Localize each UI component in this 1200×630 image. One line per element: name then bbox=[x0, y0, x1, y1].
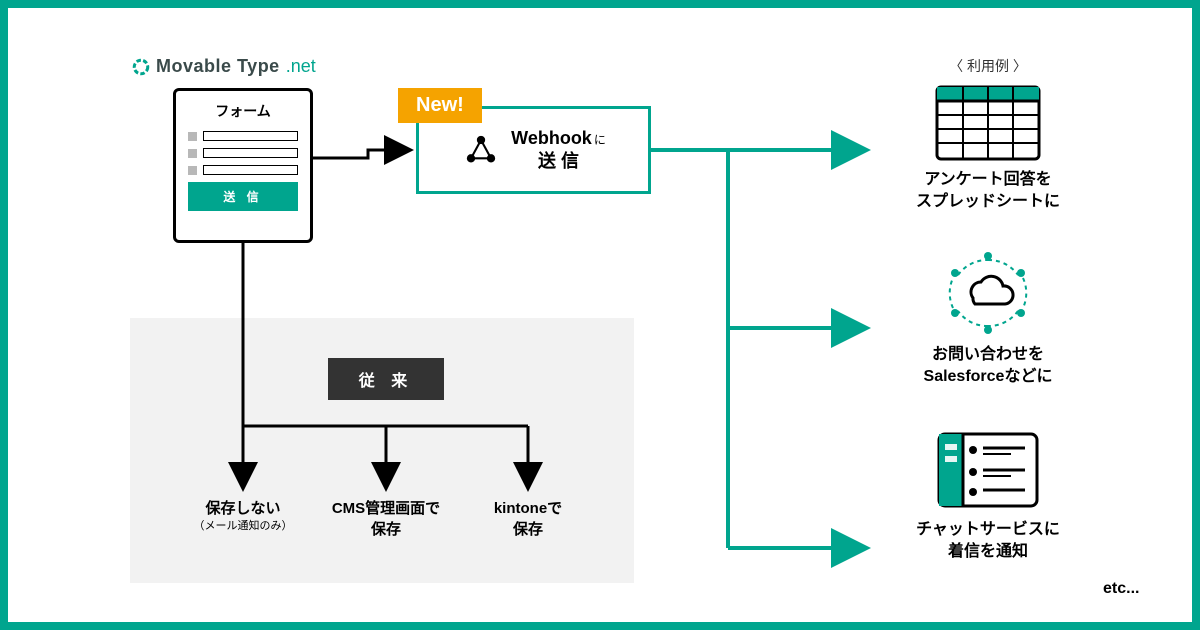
product-logo: Movable Type .net bbox=[132, 56, 316, 77]
logo-icon bbox=[132, 58, 150, 76]
new-badge: New! bbox=[398, 88, 482, 123]
form-title: フォーム bbox=[188, 101, 298, 121]
legacy-option: CMS管理画面で 保存 bbox=[306, 498, 466, 540]
form-field-row bbox=[188, 131, 298, 141]
logo-brand-text: Movable Type bbox=[156, 56, 280, 77]
legacy-option: kintoneで 保存 bbox=[448, 498, 608, 540]
usage-examples-header: 〈 利用例 〉 bbox=[878, 56, 1098, 76]
webhook-label: Webhookに 送 信 bbox=[511, 127, 606, 174]
diagram-frame: Movable Type .net フォーム 送 信 New! Webhookに… bbox=[0, 0, 1200, 630]
usecase-spreadsheet: アンケート回答を スプレッドシートに bbox=[878, 83, 1098, 214]
usecase-salesforce: お問い合わせを Salesforceなどに bbox=[878, 248, 1098, 389]
legacy-option: 保存しない （メール通知のみ） bbox=[163, 498, 323, 534]
etc-label: etc... bbox=[1103, 580, 1139, 598]
webhook-icon bbox=[461, 130, 501, 170]
form-field-row bbox=[188, 148, 298, 158]
form-field-row bbox=[188, 165, 298, 175]
usecase-caption: チャットサービスに 着信を通知 bbox=[878, 519, 1098, 564]
form-sample-card: フォーム 送 信 bbox=[173, 88, 313, 243]
conventional-label: 従 来 bbox=[328, 358, 444, 400]
chat-app-icon bbox=[933, 428, 1043, 513]
usecase-caption: アンケート回答を スプレッドシートに bbox=[878, 169, 1098, 214]
logo-suffix: .net bbox=[286, 56, 316, 77]
form-submit-button: 送 信 bbox=[188, 182, 298, 211]
usecase-chat: チャットサービスに 着信を通知 bbox=[878, 428, 1098, 564]
usecase-caption: お問い合わせを Salesforceなどに bbox=[878, 344, 1098, 389]
cloud-icon bbox=[933, 248, 1043, 338]
spreadsheet-icon bbox=[933, 83, 1043, 163]
